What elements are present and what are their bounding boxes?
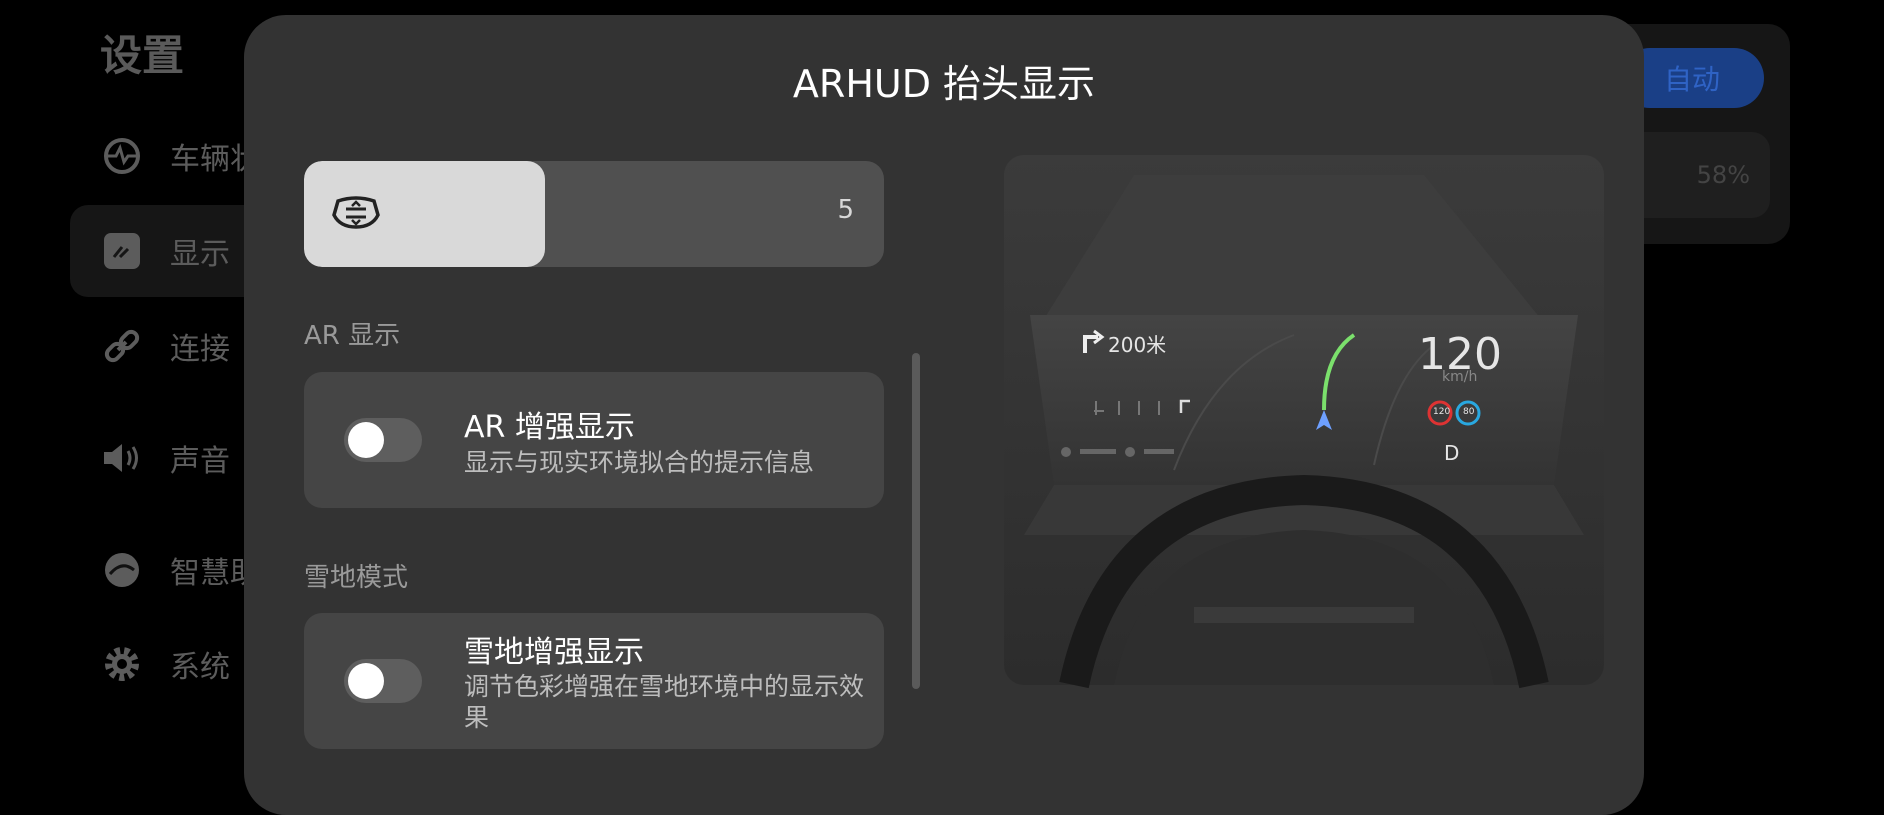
assistant-icon xyxy=(100,548,144,592)
ar-enhance-description: 显示与现实环境拟合的提示信息 xyxy=(464,448,815,477)
sidebar-item-label: 系统 xyxy=(170,650,230,685)
settings-scrollbar[interactable] xyxy=(912,353,920,689)
ar-enhance-title: AR 增强显示 xyxy=(464,410,635,445)
dialog-title: ARHUD 抬头显示 xyxy=(792,62,1096,106)
gear-icon xyxy=(100,642,144,686)
hud-height-icon xyxy=(332,193,380,233)
hud-height-slider[interactable]: 5 xyxy=(304,161,884,267)
sidebar-item-label: 声音 xyxy=(170,444,230,479)
speaker-icon xyxy=(100,436,144,480)
steering-wheel-icon xyxy=(100,134,144,178)
ar-enhance-card[interactable]: AR 增强显示 显示与现实环境拟合的提示信息 xyxy=(304,372,884,508)
sidebar-item-label: 连接 xyxy=(170,332,230,367)
arhud-dialog: ARHUD 抬头显示 5 AR 显示 AR 增强显示 显示与现实环境拟合的提示信… xyxy=(244,15,1644,815)
hud-gear: D xyxy=(1444,441,1460,465)
sidebar-item-label: 显示 xyxy=(170,237,230,272)
hud-limit-red: 120 xyxy=(1433,407,1451,417)
section-label-ar: AR 显示 xyxy=(304,321,401,351)
display-icon xyxy=(100,229,144,273)
hud-limit-blue: 80 xyxy=(1463,407,1475,417)
settings-title: 设置 xyxy=(100,31,185,80)
slider-value: 5 xyxy=(837,195,854,225)
link-icon xyxy=(100,324,144,368)
section-label-snow: 雪地模式 xyxy=(304,563,409,593)
sidebar-item-display[interactable]: 显示 xyxy=(70,205,270,297)
snow-enhance-toggle[interactable] xyxy=(344,659,422,703)
hud-speed-unit: km/h xyxy=(1442,369,1478,385)
snow-enhance-card[interactable]: 雪地增强显示 调节色彩增强在雪地环境中的显示效果 xyxy=(304,613,884,749)
ar-enhance-toggle[interactable] xyxy=(344,418,422,462)
snow-enhance-title: 雪地增强显示 xyxy=(464,635,644,670)
hud-preview: 200米 120 km/h 120 80 D xyxy=(994,155,1614,695)
snow-enhance-description: 调节色彩增强在雪地环境中的显示效果 xyxy=(464,672,865,732)
hud-distance: 200米 xyxy=(1108,333,1167,357)
